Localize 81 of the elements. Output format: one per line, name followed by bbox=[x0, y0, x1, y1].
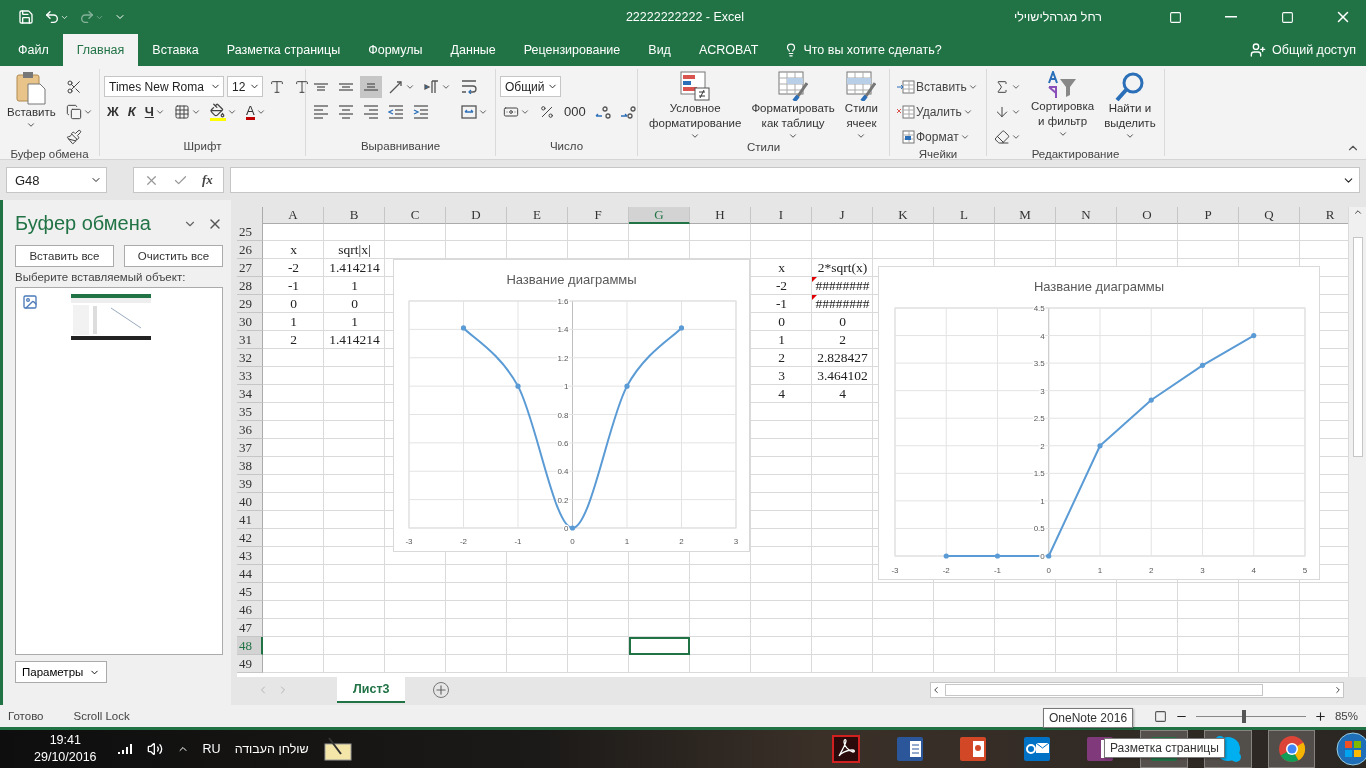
table-cell-text: 4 bbox=[777, 385, 786, 403]
tick-label: 3 bbox=[1200, 566, 1205, 575]
tick-label: 0 bbox=[570, 537, 575, 546]
tick-label: -1 bbox=[993, 566, 1002, 575]
table-cell-text: -2 bbox=[286, 259, 301, 277]
table-cell-text: 2*sqrt(x) bbox=[816, 259, 869, 277]
tick-label: 2 bbox=[679, 537, 684, 546]
tick-label: 1 bbox=[564, 382, 569, 392]
pane-hint: Выберите вставляемый объект: bbox=[15, 271, 187, 283]
table-cell-text: x bbox=[777, 259, 786, 277]
tick-label: -3 bbox=[405, 537, 413, 546]
table-cell-text: 3 bbox=[777, 367, 786, 385]
tick-label: 1.2 bbox=[557, 353, 569, 363]
table-cell-text: sqrt|x| bbox=[337, 241, 372, 259]
pane-title: Буфер обмена bbox=[15, 212, 152, 235]
tick-label: 2.5 bbox=[1033, 414, 1045, 424]
table-cell-text: -1 bbox=[286, 277, 301, 295]
table-cell-text: 1 bbox=[777, 331, 786, 349]
group-label: Редактирование bbox=[1031, 148, 1120, 160]
tooltip: Разметка страницы bbox=[1104, 738, 1225, 758]
user-name: רחל מגרהלישוילי bbox=[1013, 10, 1102, 24]
tick-label: 4 bbox=[1251, 566, 1256, 575]
tick-label: 1 bbox=[624, 537, 630, 546]
table-cell-text: -1 bbox=[774, 295, 789, 313]
table-cell-text: 3.464102 bbox=[816, 367, 869, 385]
tick-label: -2 bbox=[459, 537, 468, 546]
tick-label: -2 bbox=[942, 566, 950, 575]
table-cell: ######## bbox=[812, 277, 873, 295]
table-cell-text: -2 bbox=[774, 277, 789, 295]
table-cell-text: 0 bbox=[777, 313, 786, 331]
tick-label: 1.6 bbox=[557, 297, 569, 306]
tick-label: 0.5 bbox=[1033, 524, 1045, 534]
tick-label: 2 bbox=[1149, 566, 1154, 575]
table-cell-text: 4 bbox=[838, 385, 847, 403]
zoom-reading: 85% bbox=[1334, 710, 1358, 722]
table-cell-text: 1 bbox=[350, 313, 359, 331]
tick-label: 4.5 bbox=[1033, 304, 1045, 313]
group-label: Выравнивание bbox=[360, 140, 441, 154]
chart-title: Название диаграммы bbox=[506, 272, 637, 287]
table-cell-text: 1 bbox=[289, 313, 298, 331]
group-label: Ячейки bbox=[918, 148, 958, 160]
tick-label: 0 bbox=[1040, 552, 1045, 561]
tick-label: 1.4 bbox=[557, 325, 569, 335]
table-cell-text: 0 bbox=[289, 295, 298, 313]
tick-label: 3 bbox=[1040, 386, 1045, 396]
window-title: 22222222222 - Excel bbox=[624, 10, 746, 24]
table-cell-text: 2 bbox=[289, 331, 298, 349]
status-text: Готово bbox=[8, 710, 44, 722]
tick-label: 0 bbox=[564, 524, 569, 533]
chart-title: Название диаграммы bbox=[1033, 279, 1165, 294]
table-cell-text: 2 bbox=[777, 349, 786, 367]
status-text: Scroll Lock bbox=[73, 710, 130, 722]
tick-label: 3 bbox=[733, 537, 739, 546]
table-cell-text: 0 bbox=[838, 313, 847, 331]
table-cell-text: 2.828427 bbox=[816, 349, 869, 367]
tick-label: -3 bbox=[891, 566, 899, 575]
table-cell-text: 2 bbox=[838, 331, 847, 349]
tooltip: OneNote 2016 bbox=[1043, 708, 1134, 728]
group-label: Стили bbox=[746, 141, 781, 155]
table-cell-text: 1.414214 bbox=[328, 259, 381, 277]
tick-label: 5 bbox=[1302, 566, 1308, 575]
table-cell: ######## bbox=[812, 295, 873, 313]
tick-label: 1.5 bbox=[1033, 469, 1045, 479]
group-label: Шрифт bbox=[183, 140, 222, 154]
tick-label: 3.5 bbox=[1033, 359, 1045, 369]
tick-label: 0.4 bbox=[557, 467, 569, 477]
table-cell-text: 0 bbox=[350, 295, 359, 313]
tick-label: 1 bbox=[1097, 566, 1103, 575]
tick-label: 4 bbox=[1040, 331, 1045, 341]
group-label: Число bbox=[549, 140, 584, 154]
table-cell-text: 1.414214 bbox=[328, 331, 381, 349]
tick-label: -1 bbox=[514, 537, 522, 546]
tick-label: 0.6 bbox=[557, 438, 569, 448]
table-cell-text: x bbox=[289, 241, 298, 259]
tick-label: 0.8 bbox=[557, 410, 569, 420]
group-label: Буфер обмена bbox=[10, 148, 89, 160]
table-cell-text: 1 bbox=[350, 277, 359, 295]
tick-label: 0 bbox=[1046, 566, 1051, 575]
tick-label: 2 bbox=[1040, 441, 1045, 451]
tick-label: 1 bbox=[1040, 496, 1045, 506]
tick-label: 0.2 bbox=[557, 495, 569, 505]
